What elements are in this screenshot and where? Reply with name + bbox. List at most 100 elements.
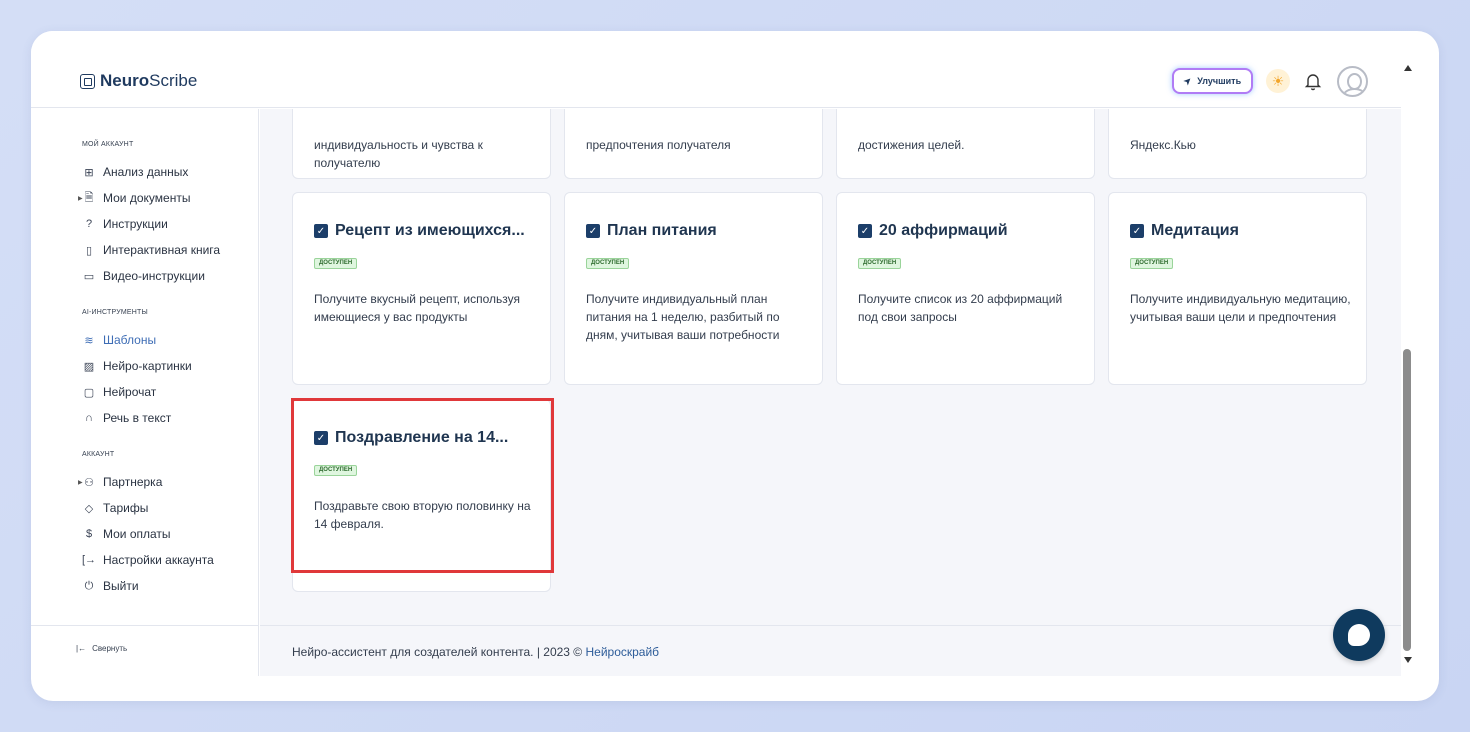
footer-link[interactable]: Нейроскрайб [585, 645, 659, 659]
template-card-valentine[interactable]: ✓ Поздравление на 14... ДОСТУПЕН Поздравь… [292, 399, 551, 592]
tag-icon: ◇ [84, 502, 94, 515]
grid-icon: ⊞ [84, 166, 94, 179]
sidebar-item-label: Нейро-картинки [103, 359, 192, 373]
sidebar-item-my-documents[interactable]: ▶ 🗎 Мои документы [78, 188, 191, 208]
template-card[interactable]: Яндекс.Кью [1108, 109, 1367, 179]
login-arrow-icon: [→ [82, 554, 97, 566]
status-badge: ДОСТУПЕН [314, 465, 358, 476]
question-circle-icon: ? [85, 218, 93, 230]
template-card-recipe[interactable]: ✓ Рецепт из имеющихся... ДОСТУПЕН Получит… [292, 192, 551, 385]
sidebar-item-interactive-book[interactable]: ▯ Интерактивная книга [82, 240, 220, 260]
card-description: Яндекс.Кью [1130, 138, 1196, 152]
sidebar-item-logout[interactable]: ⏻ Выйти [82, 576, 139, 596]
scroll-down-arrow-icon[interactable] [1404, 657, 1412, 663]
sidebar-item-label: Мои документы [103, 191, 191, 205]
section-title-my-account: МОЙ АККАУНТ [82, 141, 134, 148]
sidebar-item-account-settings[interactable]: [→ Настройки аккаунта [82, 550, 214, 570]
card-description: Получите индивидуальный план питания на … [586, 292, 780, 342]
bell-icon[interactable] [1304, 71, 1322, 91]
caret-right-icon: ▶ [78, 195, 83, 202]
dollar-icon: $ [85, 528, 93, 540]
card-description: Поздравьте свою вторую половинку на 14 ф… [314, 499, 531, 531]
status-badge: ДОСТУПЕН [314, 258, 358, 269]
template-card-affirmations[interactable]: ✓ 20 аффирмаций ДОСТУПЕН Получите список … [836, 192, 1095, 385]
checkbox-icon: ✓ [314, 431, 328, 445]
template-card-meditation[interactable]: ✓ Медитация ДОСТУПЕН Получите индивидуаль… [1108, 192, 1367, 385]
logo-icon [80, 73, 95, 89]
scroll-up-arrow-icon[interactable] [1404, 65, 1412, 71]
template-card-meal-plan[interactable]: ✓ План питания ДОСТУПЕН Получите индивиду… [564, 192, 823, 385]
scrollbar-thumb[interactable] [1403, 349, 1411, 651]
status-badge: ДОСТУПЕН [858, 258, 902, 269]
card-description: предпочтения получателя [586, 138, 731, 152]
status-badge: ДОСТУПЕН [1130, 258, 1174, 269]
card-description: достижения целей. [858, 138, 965, 152]
template-card[interactable]: достижения целей. [836, 109, 1095, 179]
upgrade-button[interactable]: ➤ Улучшить [1172, 68, 1253, 94]
templates-grid: индивидуальность и чувства к получателю … [260, 109, 1401, 625]
document-icon: 🗎 [84, 191, 94, 204]
card-description: Получите индивидуальную медитацию, учиты… [1130, 292, 1351, 324]
sidebar-item-video-instructions[interactable]: ▭ Видео-инструкции [82, 266, 205, 286]
image-icon: ▨ [83, 360, 95, 373]
sidebar-item-speech-to-text[interactable]: ∩ Речь в текст [82, 408, 171, 428]
card-title: 20 аффирмаций [879, 222, 1008, 239]
sidebar-item-label: Нейрочат [103, 385, 157, 399]
footer-copyright: Нейро-ассистент для создателей контента.… [292, 645, 586, 659]
upgrade-label: Улучшить [1197, 76, 1242, 86]
sidebar-item-label: Анализ данных [103, 165, 189, 179]
footer-text: Нейро-ассистент для создателей контента.… [292, 645, 659, 659]
sidebar-item-label: Тарифы [103, 501, 149, 515]
top-header: NeuroScribe ➤ Улучшить ☀ [31, 31, 1401, 108]
caret-right-icon: ▶ [78, 479, 83, 486]
sidebar-item-instructions[interactable]: ? Инструкции [82, 214, 168, 234]
sidebar-item-label: Мои оплаты [103, 527, 171, 541]
avatar[interactable] [1337, 66, 1368, 97]
layers-icon: ≋ [84, 334, 94, 347]
scrollbar[interactable] [1401, 51, 1415, 671]
logo[interactable]: NeuroScribe [80, 71, 197, 91]
rocket-icon: ➤ [1181, 74, 1195, 88]
users-icon: ⚇ [84, 476, 94, 489]
sidebar-item-label: Видео-инструкции [103, 269, 205, 283]
sidebar-item-label: Интерактивная книга [103, 243, 221, 257]
chat-bubble-icon: ▢ [83, 386, 95, 399]
status-badge: ДОСТУПЕН [586, 258, 630, 269]
video-icon: ▭ [83, 270, 95, 283]
sidebar-item-templates[interactable]: ≋ Шаблоны [82, 330, 156, 350]
sidebar-item-my-payments[interactable]: $ Мои оплаты [82, 524, 171, 544]
chat-bubble-icon [1348, 624, 1370, 646]
sidebar-item-neurochat[interactable]: ▢ Нейрочат [82, 382, 157, 402]
card-title: Рецепт из имеющихся... [335, 222, 525, 239]
sidebar-item-tariffs[interactable]: ◇ Тарифы [82, 498, 149, 518]
theme-toggle-sun-icon[interactable]: ☀ [1266, 69, 1290, 93]
chat-widget-button[interactable] [1333, 609, 1385, 661]
sidebar-item-data-analysis[interactable]: ⊞ Анализ данных [82, 162, 188, 182]
template-card[interactable]: предпочтения получателя [564, 109, 823, 179]
sidebar-item-label: Речь в текст [103, 411, 172, 425]
footer: Нейро-ассистент для создателей контента.… [260, 625, 1401, 676]
card-description: Получите список из 20 аффирмаций под сво… [858, 292, 1063, 324]
sidebar-item-label: Инструкции [103, 217, 168, 231]
card-title: План питания [607, 222, 717, 239]
checkbox-icon: ✓ [1130, 224, 1144, 238]
headphones-icon: ∩ [85, 412, 93, 424]
sidebar-item-label: Настройки аккаунта [103, 553, 214, 567]
card-title: Поздравление на 14... [335, 429, 509, 446]
checkbox-icon: ✓ [314, 224, 328, 238]
app-window: NeuroScribe ➤ Улучшить ☀ МОЙ АККАУНТ ⊞ Ан… [31, 31, 1439, 701]
collapse-sidebar-button[interactable]: |← Свернуть [31, 625, 259, 676]
sidebar-item-neuro-images[interactable]: ▨ Нейро-картинки [82, 356, 192, 376]
sidebar-item-label: Шаблоны [103, 333, 157, 347]
template-card[interactable]: индивидуальность и чувства к получателю [292, 109, 551, 179]
power-icon: ⏻ [84, 579, 94, 592]
sidebar-item-label: Партнерка [103, 475, 163, 489]
sidebar-item-partners[interactable]: ▶ ⚇ Партнерка [78, 472, 163, 492]
sidebar-item-label: Выйти [103, 579, 139, 593]
card-description: Получите вкусный рецепт, используя имеющ… [314, 292, 520, 324]
collapse-label: Свернуть [92, 644, 128, 653]
card-description: индивидуальность и чувства к получателю [314, 138, 483, 170]
checkbox-icon: ✓ [858, 224, 872, 238]
logo-bold: Neuro [100, 71, 150, 90]
checkbox-icon: ✓ [586, 224, 600, 238]
